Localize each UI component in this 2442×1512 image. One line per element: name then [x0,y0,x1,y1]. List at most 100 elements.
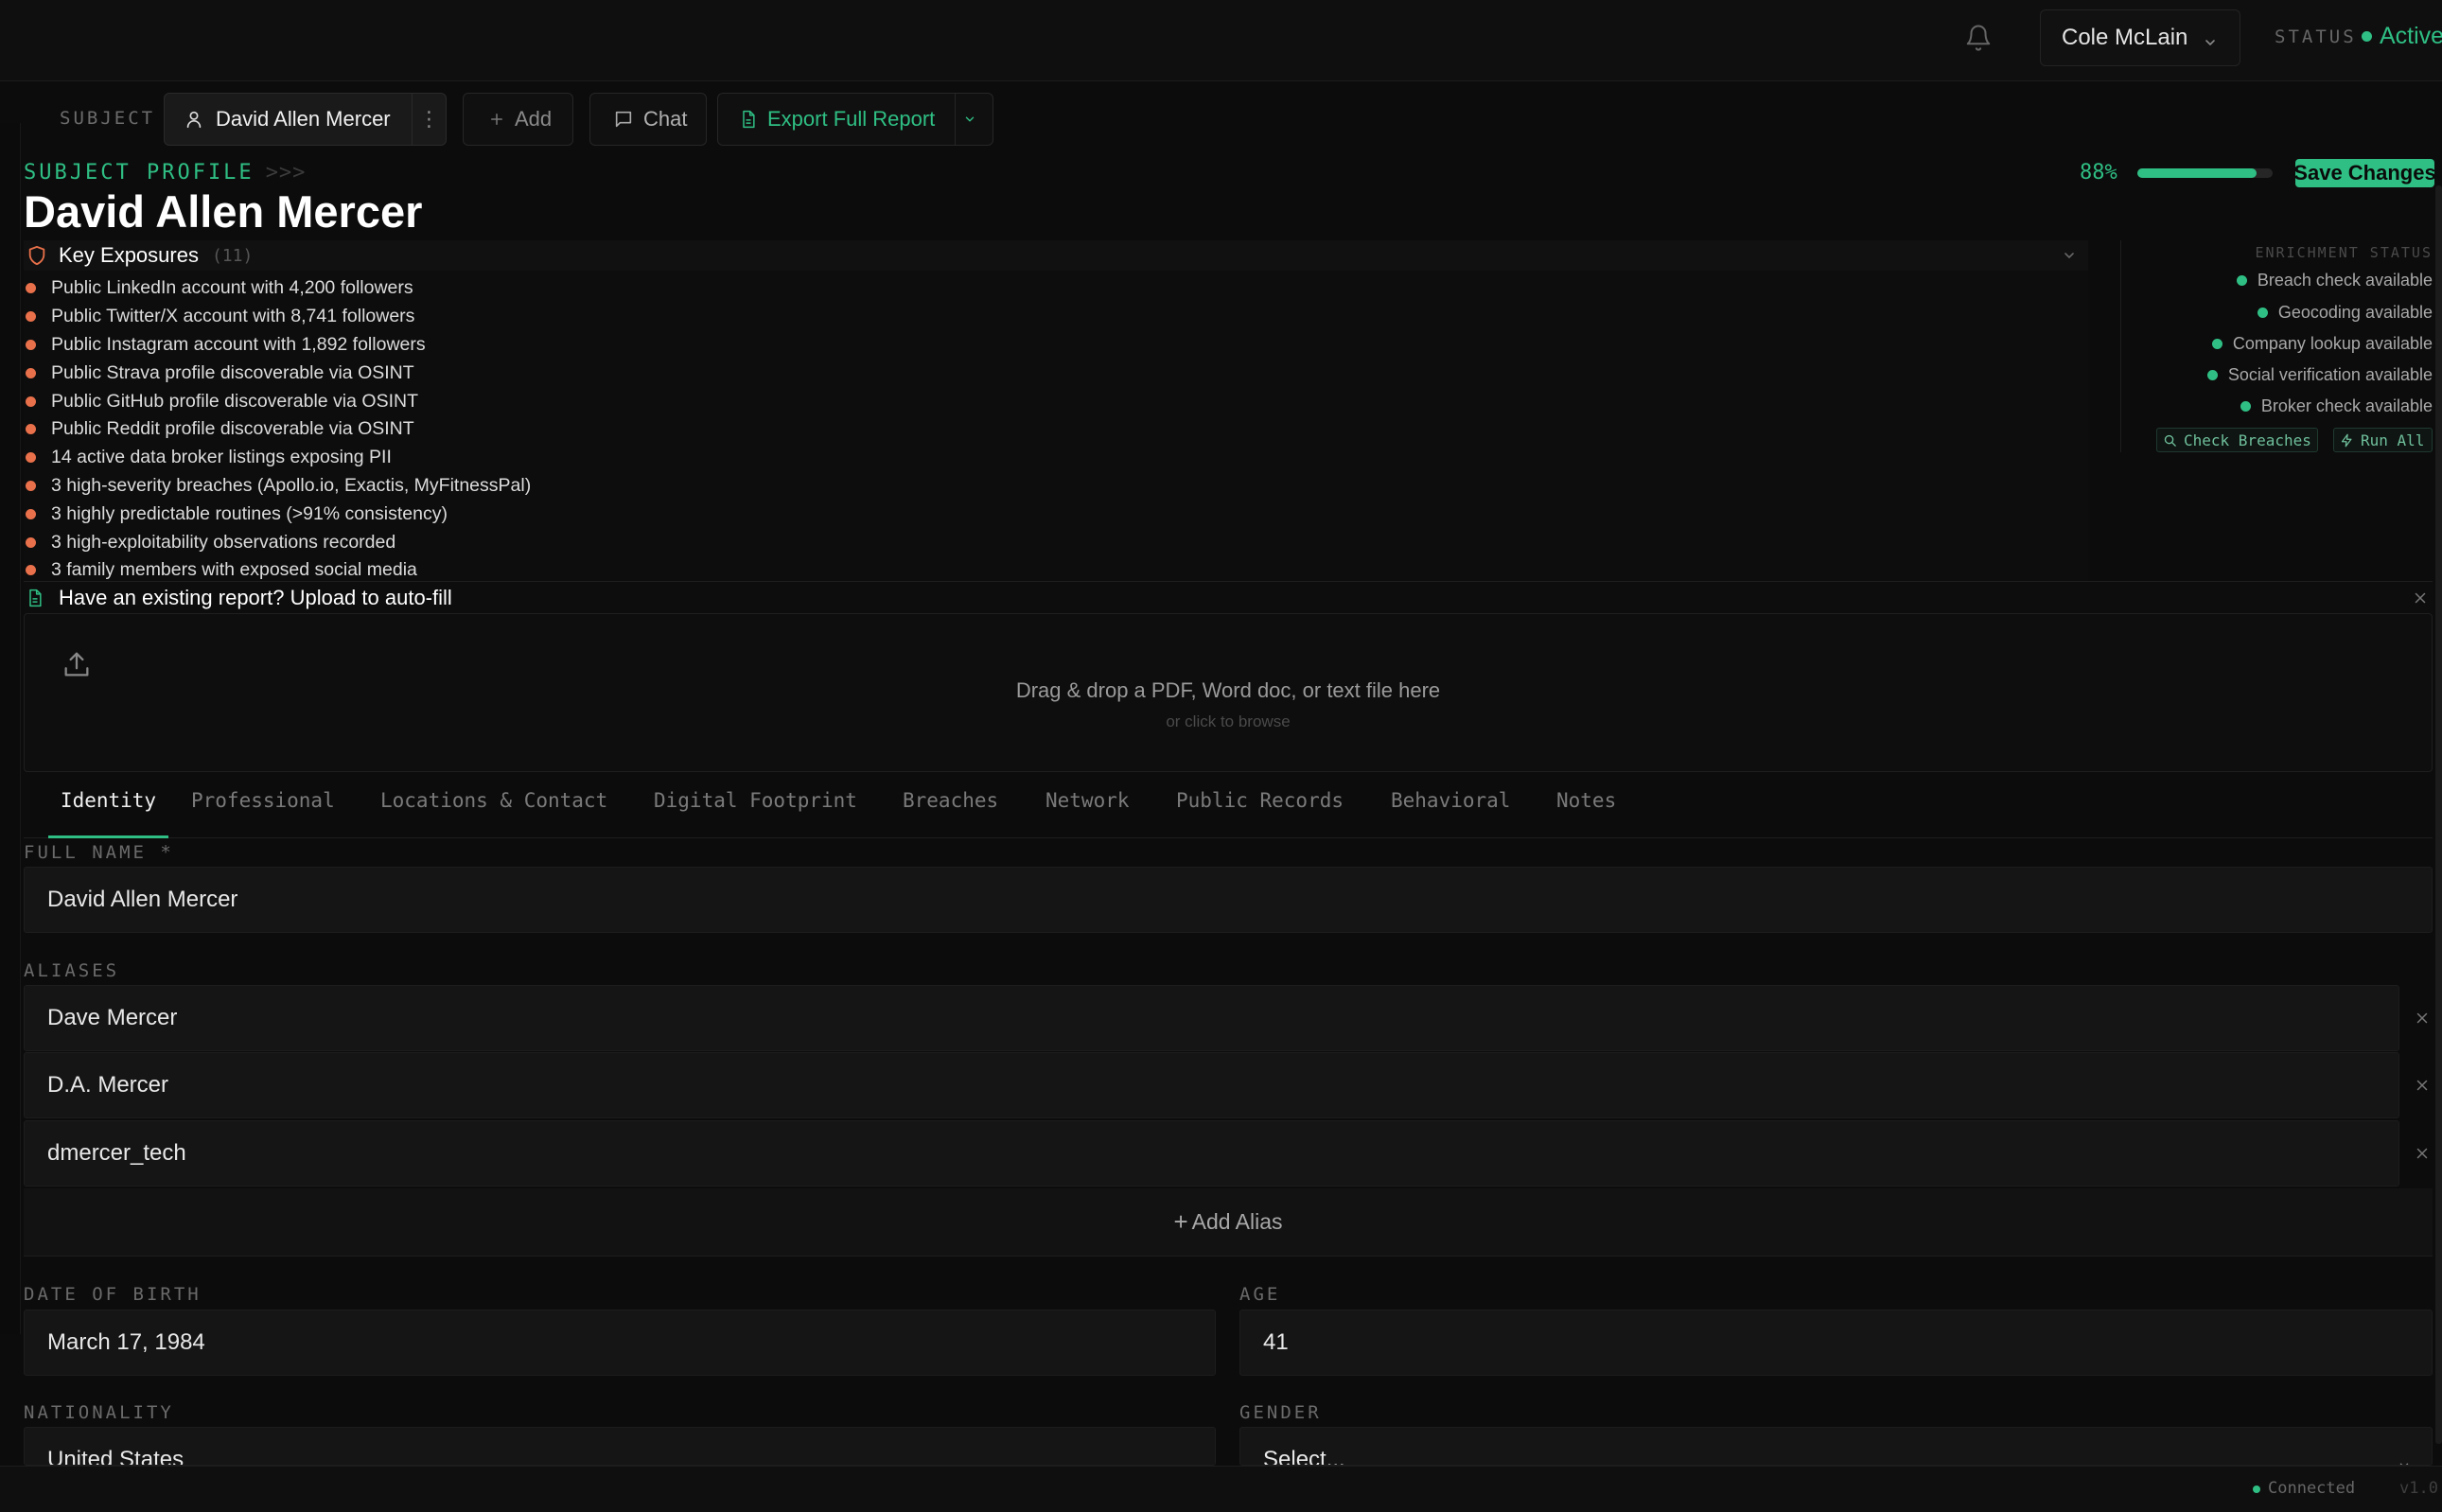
chat-bubble-icon [615,111,632,128]
chat-label: Chat [643,107,688,131]
exposure-item: 14 active data broker listings exposing … [24,444,531,472]
exposure-item: Public GitHub profile discoverable via O… [24,387,531,415]
check-breaches-button[interactable]: Check Breaches [2156,428,2318,452]
full-name-field[interactable]: David Allen Mercer [24,867,2433,933]
exposure-item: 3 high-severity breaches (Apollo.io, Exa… [24,472,531,501]
subject-name: David Allen Mercer [216,107,391,131]
tab-breaches[interactable]: Breaches [903,789,998,838]
exposure-text: Public GitHub profile discoverable via O… [51,390,418,412]
shield-icon [26,245,47,266]
subject-selector[interactable]: David Allen Mercer ⋮ [164,93,447,146]
completion-percent: 88% [2080,161,2117,185]
enrichment-dot [2206,370,2218,380]
more-vertical-icon[interactable]: ⋮ [412,94,446,145]
key-exposures-count: (11) [211,245,254,266]
plus-icon: + [1173,1207,1188,1236]
chevron-down-icon[interactable] [2062,248,2077,263]
tab-digital-footprint[interactable]: Digital Footprint [654,789,857,838]
enrichment-item: Geocoding available [2257,303,2433,323]
export-report-button[interactable]: Export Full Report [717,93,993,146]
tab-behavioral[interactable]: Behavioral [1391,789,1510,838]
nationality-field[interactable]: United States [24,1427,1216,1466]
chat-button[interactable]: Chat [589,93,707,146]
document-icon [26,588,44,608]
alias-field[interactable]: Dave Mercer [24,985,2399,1051]
tab-network[interactable]: Network [1045,789,1130,838]
key-exposures-title: Key Exposures [59,243,199,267]
exposure-bullet [26,536,36,548]
connection-dot [2253,1486,2260,1493]
file-icon [743,110,755,129]
tab-locations-contact[interactable]: Locations & Contact [380,789,607,838]
completion-progress-fill [2137,168,2257,178]
enrichment-dot [2236,275,2247,286]
gender-select-value: Select... [1263,1447,1345,1466]
age-label: AGE [1239,1284,1281,1305]
key-exposures-panel: Key Exposures (11) Public LinkedIn accou… [24,240,2088,581]
exposure-item: Public Twitter/X account with 8,741 foll… [24,303,531,331]
tab-public-records[interactable]: Public Records [1176,789,1344,838]
exposure-list: Public LinkedIn account with 4,200 follo… [24,274,531,585]
tab-identity[interactable]: Identity [48,789,168,838]
scrollbar[interactable] [2435,185,2442,1444]
exposure-text: 3 highly predictable routines (>91% cons… [51,502,448,524]
exposure-bullet [26,396,36,407]
chevron-down-icon [2398,1452,2411,1465]
age-field[interactable]: 41 [1239,1310,2433,1376]
run-all-label: Run All [2361,431,2425,449]
add-alias-button[interactable]: + Add Alias [24,1188,2433,1257]
run-all-button[interactable]: Run All [2333,428,2433,452]
bottom-status-bar: Connected v1.0.0 [0,1466,2442,1512]
exposure-text: 14 active data broker listings exposing … [51,447,392,468]
status-value: Active [2380,23,2442,49]
chevron-down-icon [2203,30,2218,45]
enrichment-dot [2257,308,2268,318]
status-dot [2362,31,2372,42]
exposure-text: Public Instagram account with 1,892 foll… [51,333,426,355]
exposure-bullet [26,508,36,519]
profile-arrows: >>> [265,161,307,185]
upload-banner: Have an existing report? Upload to auto-… [24,581,2433,613]
save-changes-button[interactable]: Save Changes [2293,159,2436,187]
exposure-bullet [26,311,36,323]
plus-icon [491,114,502,125]
chevron-down-icon [965,116,974,122]
exposure-text: 3 high-severity breaches (Apollo.io, Exa… [51,474,532,496]
status-label: STATUS [2275,26,2357,47]
exposure-item: Public Reddit profile discoverable via O… [24,415,531,444]
exposure-text: 3 family members with exposed social med… [51,559,417,581]
dropzone-text: Drag & drop a PDF, Word doc, or text fil… [1015,678,1441,702]
tab-notes[interactable]: Notes [1556,789,1616,838]
user-menu-button[interactable]: Cole McLain [2040,9,2240,66]
close-icon[interactable] [2414,1145,2431,1162]
close-icon[interactable] [2414,1010,2431,1027]
page-title: David Allen Mercer [24,186,423,237]
exposure-bullet [26,480,36,491]
key-exposures-header[interactable]: Key Exposures (11) [24,240,2088,271]
exposure-text: Public Twitter/X account with 8,741 foll… [51,306,415,327]
exposure-bullet [26,339,36,350]
close-icon[interactable] [2412,589,2429,607]
alias-field[interactable]: D.A. Mercer [24,1052,2399,1118]
add-button[interactable]: Add [463,93,573,146]
gender-select[interactable]: Select... [1239,1427,2433,1466]
export-options-toggle[interactable] [955,94,993,145]
bell-icon[interactable] [1964,24,1993,52]
exposure-text: Public Reddit profile discoverable via O… [51,418,414,440]
close-icon[interactable] [2414,1077,2431,1094]
lightning-icon [2341,433,2352,447]
enrichment-item: Broker check available [2240,396,2433,416]
person-icon [184,109,204,130]
subject-label: SUBJECT [60,108,156,129]
alias-field[interactable]: dmercer_tech [24,1120,2399,1187]
enrichment-text: Company lookup available [2232,334,2433,353]
dob-field[interactable]: March 17, 1984 [24,1310,1216,1376]
enrichment-dot [2211,339,2222,349]
app-version: v1.0.0 [2399,1479,2442,1498]
exposure-item: 3 highly predictable routines (>91% cons… [24,500,531,528]
dropzone-browse-text: or click to browse [1166,712,1291,730]
enrichment-item: Breach check available [2236,271,2433,290]
tab-professional[interactable]: Professional [191,789,335,838]
enrichment-item: Company lookup available [2211,334,2433,354]
file-dropzone[interactable]: Drag & drop a PDF, Word doc, or text fil… [24,613,2433,772]
